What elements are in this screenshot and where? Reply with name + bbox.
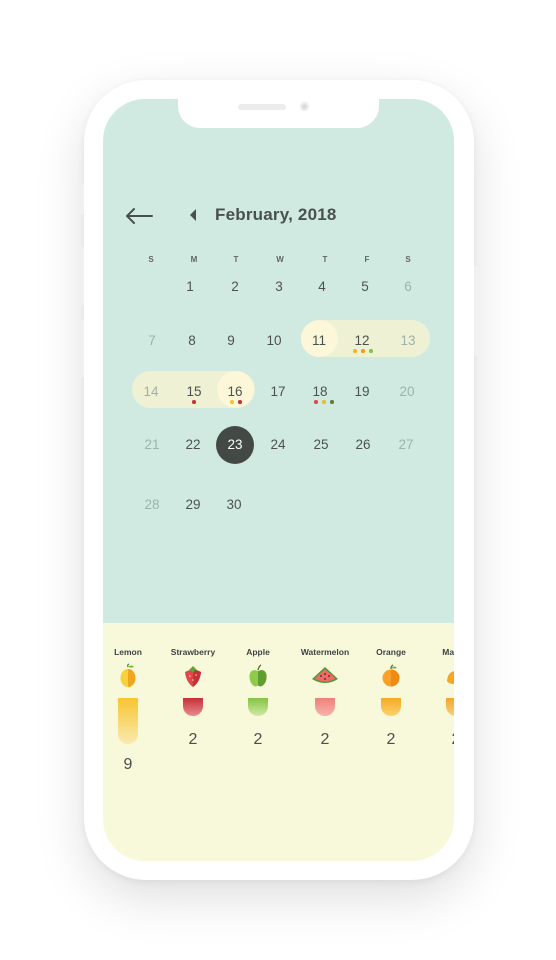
- fruit-name: Apple: [246, 647, 270, 657]
- day-28[interactable]: 28: [138, 497, 166, 512]
- day-24[interactable]: 24: [264, 437, 292, 452]
- day-3[interactable]: 3: [265, 279, 293, 294]
- previous-month-icon[interactable]: [188, 208, 198, 222]
- day-5[interactable]: 5: [351, 279, 379, 294]
- mute-switch: [79, 183, 84, 215]
- fruit-name: Mango: [442, 647, 454, 657]
- day-13[interactable]: 13: [394, 333, 422, 348]
- mango-fill-bar: [446, 698, 454, 716]
- orange-fill-bar: [381, 698, 401, 716]
- fruit-dot: [230, 400, 234, 404]
- day-20[interactable]: 20: [393, 384, 421, 399]
- fruit-name: Lemon: [114, 647, 142, 657]
- power-button: [474, 266, 479, 356]
- fruit-dot: [192, 400, 196, 404]
- fruit-dot: [330, 400, 334, 404]
- fruit-count: 2: [320, 731, 330, 748]
- fruit-count: 9: [123, 756, 133, 773]
- apple-icon: [249, 664, 267, 687]
- day-27[interactable]: 27: [392, 437, 420, 452]
- fruit-dot: [361, 349, 365, 353]
- fruit-dot: [353, 349, 357, 353]
- day-10[interactable]: 10: [260, 333, 288, 348]
- day-1[interactable]: 1: [176, 279, 204, 294]
- fruit-name: Strawberry: [170, 647, 216, 657]
- weekday-wednesday: W: [276, 255, 284, 264]
- phone-frame: February, 2018 S M T W T F S 1 2 3 4 5 6…: [79, 80, 479, 880]
- day-11[interactable]: 11: [305, 333, 333, 348]
- day-21[interactable]: 21: [138, 437, 166, 452]
- watermelon-fill-bar: [315, 698, 335, 716]
- weekday-sunday: S: [148, 255, 154, 264]
- fruit-count: 2: [188, 731, 198, 748]
- camera: [300, 102, 309, 111]
- day-18[interactable]: 18: [306, 384, 334, 399]
- day-30[interactable]: 30: [220, 497, 248, 512]
- watermelon-icon: [312, 667, 338, 683]
- day-29[interactable]: 29: [179, 497, 207, 512]
- speaker: [238, 104, 286, 110]
- day-7[interactable]: 7: [138, 333, 166, 348]
- fruit-name: Orange: [376, 647, 406, 657]
- fruit-item-mango[interactable]: Mango 2: [421, 623, 454, 803]
- day-15[interactable]: 15: [180, 384, 208, 399]
- fruit-item-watermelon[interactable]: Watermelon 2: [290, 623, 360, 803]
- day-14[interactable]: 14: [137, 384, 165, 399]
- fruit-item-orange[interactable]: Orange 2: [356, 623, 426, 803]
- weekday-friday: F: [364, 255, 370, 264]
- day-22[interactable]: 22: [179, 437, 207, 452]
- lemon-icon: [120, 663, 136, 687]
- day-26[interactable]: 26: [349, 437, 377, 452]
- month-title: February, 2018: [215, 205, 337, 224]
- day-2[interactable]: 2: [221, 279, 249, 294]
- fruit-dot: [314, 400, 318, 404]
- strawberry-fill-bar: [183, 698, 203, 716]
- day-6[interactable]: 6: [394, 279, 422, 294]
- phone-notch: [178, 99, 379, 128]
- weekday-thursday: T: [322, 255, 328, 264]
- fruit-dot: [369, 349, 373, 353]
- fruit-item-apple[interactable]: Apple 2: [223, 623, 293, 803]
- day-12[interactable]: 12: [348, 333, 376, 348]
- weekday-saturday: S: [405, 255, 411, 264]
- day-17[interactable]: 17: [264, 384, 292, 399]
- day-23[interactable]: 23: [221, 437, 249, 452]
- fruit-count: 2: [421, 731, 454, 749]
- fruit-item-strawberry[interactable]: Strawberry 2: [158, 623, 228, 803]
- weekday-tuesday: T: [233, 255, 239, 264]
- fruit-item-lemon[interactable]: Lemon 9: [103, 623, 163, 803]
- volume-up-button: [79, 247, 84, 305]
- orange-icon: [382, 664, 400, 687]
- fruit-name: Watermelon: [300, 647, 350, 657]
- fruit-dot: [238, 400, 242, 404]
- fruit-summary-strip: Lemon 9 Strawberry 2 Apple 2 Watermelon …: [103, 623, 454, 813]
- day-8[interactable]: 8: [178, 333, 206, 348]
- apple-fill-bar: [248, 698, 268, 716]
- calendar-panel: [103, 99, 454, 623]
- lemon-fill-bar: [118, 698, 138, 744]
- day-19[interactable]: 19: [348, 384, 376, 399]
- fruit-count: 2: [253, 731, 263, 748]
- day-9[interactable]: 9: [217, 333, 245, 348]
- fruit-dot: [322, 400, 326, 404]
- day-4[interactable]: 4: [308, 279, 336, 294]
- fruit-count: 2: [386, 731, 396, 748]
- weekday-monday: M: [190, 255, 198, 264]
- back-arrow-icon[interactable]: [125, 207, 153, 225]
- strawberry-icon: [185, 666, 201, 687]
- mango-icon: [447, 671, 454, 684]
- volume-down-button: [79, 320, 84, 378]
- day-25[interactable]: 25: [307, 437, 335, 452]
- app-screen: February, 2018 S M T W T F S 1 2 3 4 5 6…: [103, 99, 454, 861]
- day-16[interactable]: 16: [221, 384, 249, 399]
